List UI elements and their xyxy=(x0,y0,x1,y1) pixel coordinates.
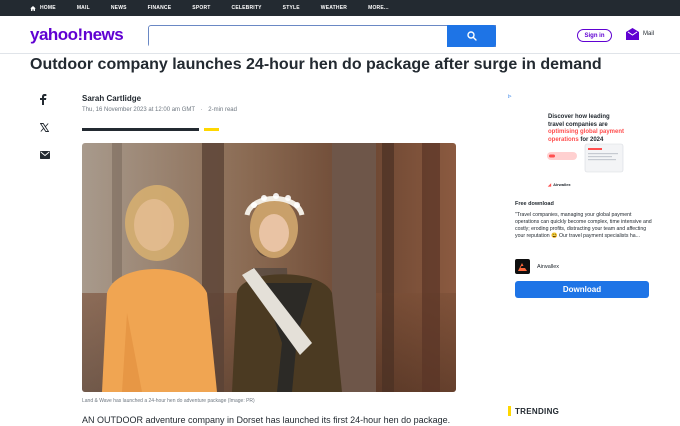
ad-title-line1: Discover how leading travel companies ar… xyxy=(548,114,610,128)
nav-weather[interactable]: WEATHER xyxy=(321,5,347,11)
home-icon xyxy=(30,5,36,11)
mail-link[interactable]: Mail xyxy=(626,28,654,40)
airwallex-small-icon: ◢ xyxy=(548,182,552,187)
yahoo-news-logo[interactable]: yahoo!news xyxy=(30,25,124,45)
ad-brand-name: Airwallex xyxy=(537,263,560,270)
nav-style[interactable]: STYLE xyxy=(283,5,300,11)
read-time: 2-min read xyxy=(208,107,237,113)
ad-creative-brand-label: Airwallex xyxy=(553,182,571,187)
x-twitter-icon xyxy=(39,123,50,132)
article-photo xyxy=(82,143,456,392)
ad-choices-icon[interactable]: ▹ xyxy=(508,92,512,100)
top-nav: HOME MAIL NEWS FINANCE SPORT CELEBRITY S… xyxy=(0,0,680,16)
ad-free-download-label: Free download xyxy=(515,201,554,207)
ad-headline: Discover how leading travel companies ar… xyxy=(548,114,626,144)
mail-icon xyxy=(626,28,639,40)
article-headline: Outdoor company launches 24-hour hen do … xyxy=(30,56,602,73)
ad-creative-brand: ◢ Airwallex xyxy=(548,182,571,187)
facebook-icon xyxy=(40,94,47,105)
nav-celebrity[interactable]: CELEBRITY xyxy=(232,5,262,11)
email-share[interactable] xyxy=(40,146,50,164)
nav-home-label: HOME xyxy=(40,5,56,11)
search-bar xyxy=(148,25,496,47)
download-button[interactable]: Download xyxy=(515,281,649,298)
photo-caption: Land & Wave has launched a 24-hour hen d… xyxy=(82,398,255,404)
publish-date: Thu, 16 November 2023 at 12:00 am GMT xyxy=(82,107,195,113)
ad-brand[interactable]: Airwallex xyxy=(515,259,559,274)
trending-header: TRENDING xyxy=(508,406,559,416)
article-body-first-line: AN OUTDOOR adventure company in Dorset h… xyxy=(82,415,451,425)
divider-yellow xyxy=(204,128,219,131)
airwallex-logo-icon xyxy=(515,259,530,274)
nav-mail[interactable]: MAIL xyxy=(77,5,90,11)
nav-more[interactable]: MORE... xyxy=(368,5,389,11)
x-share[interactable] xyxy=(39,119,50,137)
search-input[interactable] xyxy=(149,26,447,47)
divider-black xyxy=(82,128,199,131)
trending-label: TRENDING xyxy=(515,406,560,416)
author-name[interactable]: Sarah Cartlidge xyxy=(82,94,141,103)
mail-label: Mail xyxy=(643,31,655,37)
nav-home[interactable]: HOME xyxy=(30,5,56,11)
search-icon xyxy=(466,31,477,41)
nav-sport[interactable]: SPORT xyxy=(192,5,210,11)
search-button[interactable] xyxy=(447,25,496,47)
trending-accent-bar xyxy=(508,406,511,416)
ad-description: "Travel companies, managing your global … xyxy=(515,212,652,239)
nav-news[interactable]: NEWS xyxy=(111,5,127,11)
article-meta: Thu, 16 November 2023 at 12:00 am GMT · … xyxy=(82,107,237,113)
email-icon xyxy=(40,151,50,159)
nav-finance[interactable]: FINANCE xyxy=(148,5,172,11)
facebook-share[interactable] xyxy=(39,92,47,110)
site-header: yahoo!news Sign in Mail xyxy=(0,16,680,54)
meta-separator: · xyxy=(200,107,203,113)
sign-in-button[interactable]: Sign in xyxy=(577,29,612,42)
ad-title-line3: for 2024 xyxy=(580,136,604,143)
